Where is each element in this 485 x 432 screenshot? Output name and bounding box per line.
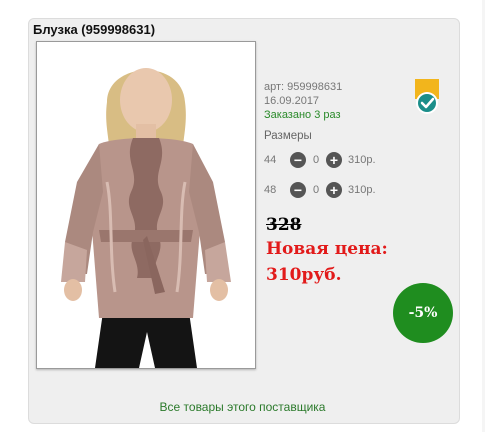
size-row: 44 − 0 + 310р. — [264, 151, 376, 169]
checkmark-badge-icon — [415, 79, 439, 114]
product-title: Блузка (959998631) — [33, 22, 156, 37]
blouse-model-image — [37, 42, 255, 368]
new-price-label: Новая цена: — [266, 239, 388, 259]
minus-icon[interactable]: − — [290, 182, 306, 198]
old-price: 328 — [266, 215, 302, 235]
product-photo[interactable] — [36, 41, 256, 369]
new-price-value: 310руб. — [266, 265, 342, 285]
size-row: 48 − 0 + 310р. — [264, 181, 376, 199]
new-price-block: Новая цена: 310руб. — [266, 236, 426, 288]
product-meta: арт: 959998631 16.09.2017 Заказано 3 раз — [264, 80, 342, 122]
size-quantity: 0 — [312, 184, 320, 196]
discount-badge: -5% — [393, 283, 453, 343]
size-quantity: 0 — [312, 154, 320, 166]
supplier-products-link[interactable]: Все товары этого поставщика — [0, 400, 485, 414]
article-number: арт: 959998631 — [264, 81, 343, 93]
size-label: 44 — [264, 154, 277, 166]
ordered-count: Заказано 3 раз — [264, 109, 341, 121]
sizes-heading: Размеры — [264, 130, 312, 142]
size-price: 310р. — [348, 154, 376, 166]
product-date: 16.09.2017 — [264, 95, 320, 107]
plus-icon[interactable]: + — [326, 152, 342, 168]
size-price: 310р. — [348, 184, 376, 196]
minus-icon[interactable]: − — [290, 152, 306, 168]
size-label: 48 — [264, 184, 277, 196]
plus-icon[interactable]: + — [326, 182, 342, 198]
